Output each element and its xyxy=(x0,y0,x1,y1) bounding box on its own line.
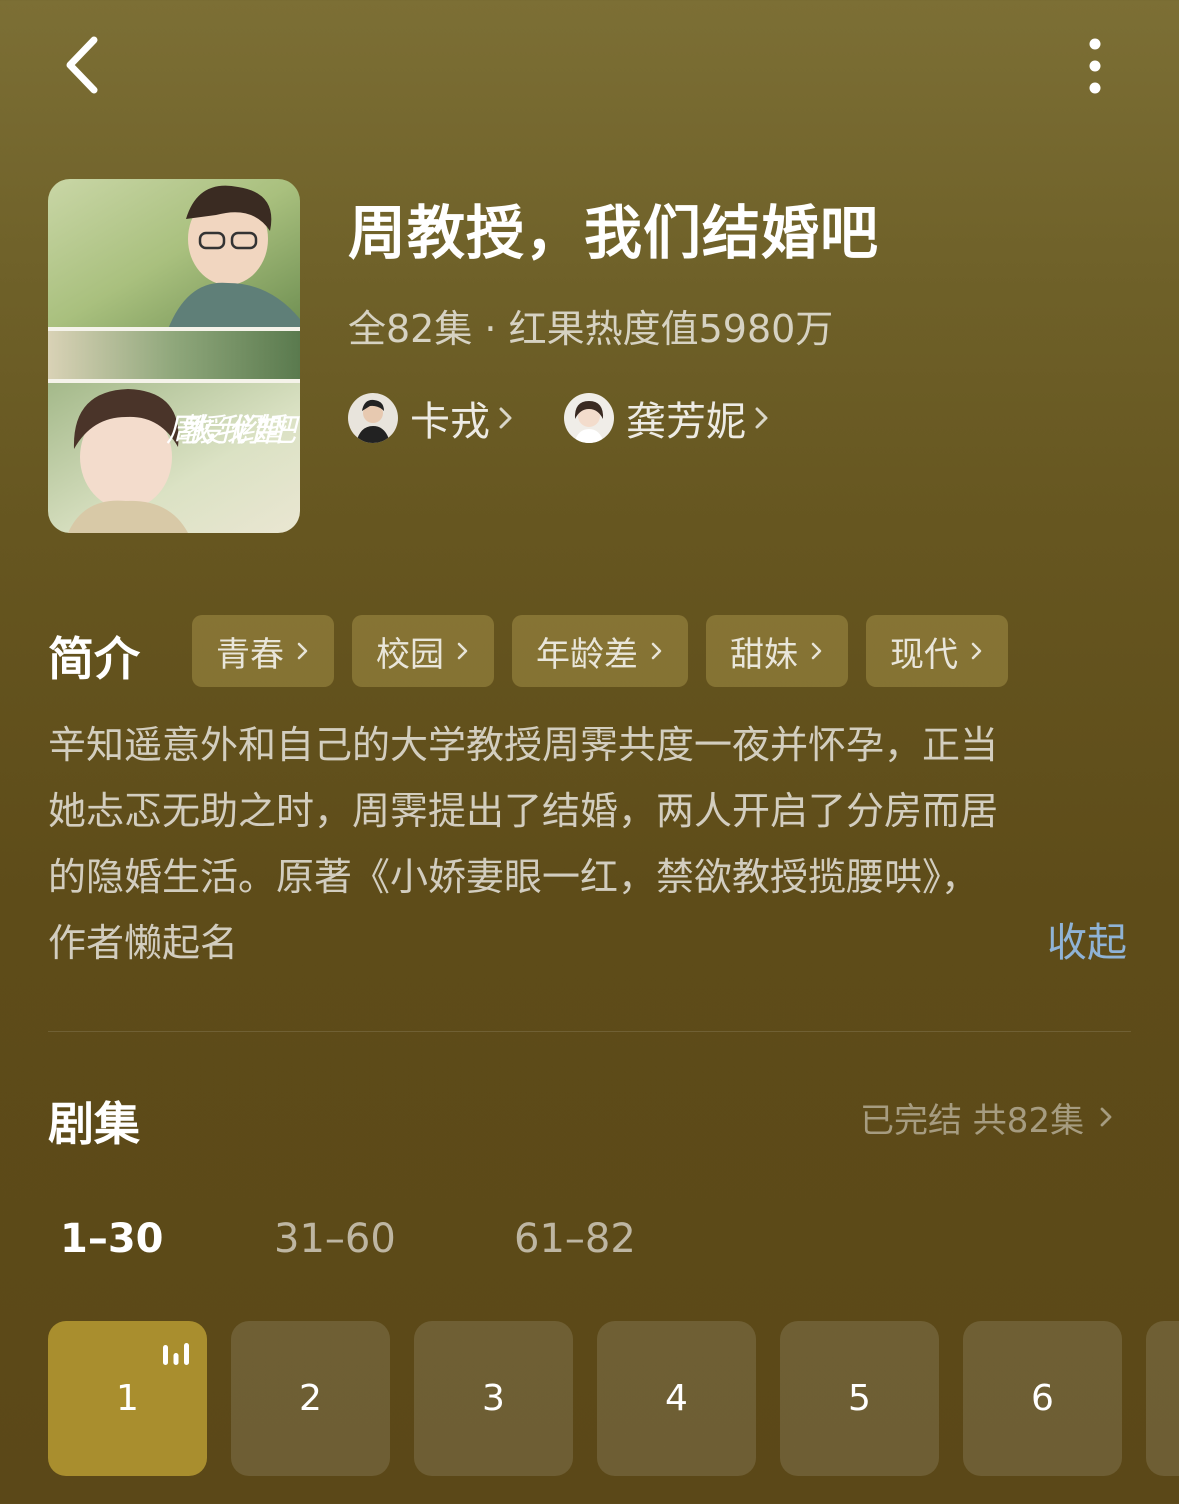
episode-number: 1 xyxy=(116,1378,139,1419)
actor-name: 卡戎 xyxy=(410,399,490,445)
episode-button[interactable]: 4 xyxy=(597,1321,756,1476)
actor-avatar xyxy=(564,393,614,443)
episode-range-tab[interactable]: 31–60 xyxy=(274,1216,396,1262)
episode-button[interactable]: 5 xyxy=(780,1321,939,1476)
tag-label: 年龄差 xyxy=(536,634,638,675)
synopsis-line: 辛知遥意外和自己的大学教授周霁共度一夜并怀孕，正当 xyxy=(48,723,999,767)
drama-poster[interactable]: 周教授，我们结婚吧 xyxy=(48,179,300,533)
intro-heading: 简介 xyxy=(48,632,140,686)
tag-chip[interactable]: 甜妹 xyxy=(706,615,848,687)
chevron-right-icon xyxy=(971,642,982,660)
chevron-right-icon xyxy=(457,642,468,660)
episode-number: 4 xyxy=(665,1378,688,1419)
episode-button[interactable]: 6 xyxy=(963,1321,1122,1476)
tag-chip[interactable]: 年龄差 xyxy=(512,615,688,687)
episode-button[interactable]: 1 xyxy=(48,1321,207,1476)
tag-label: 校园 xyxy=(376,634,444,675)
tag-chip[interactable]: 校园 xyxy=(352,615,494,687)
actor-name: 龚芳妮 xyxy=(626,399,746,445)
poster-logo-text: 周教授，我们结婚吧 xyxy=(166,411,300,449)
episodes-status-text: 已完结 共82集 xyxy=(860,1100,1085,1141)
chevron-right-icon xyxy=(1100,1107,1112,1127)
synopsis-text: 辛知遥意外和自己的大学教授周霁共度一夜并怀孕，正当 她忐忑无助之时，周霁提出了结… xyxy=(48,712,1108,976)
back-button[interactable] xyxy=(50,28,114,102)
now-playing-icon xyxy=(163,1343,189,1365)
episode-number: 5 xyxy=(848,1378,871,1419)
episodes-heading: 剧集 xyxy=(48,1097,140,1151)
chevron-right-icon xyxy=(499,407,512,429)
collapse-button[interactable]: 收起 xyxy=(1047,910,1127,968)
actor-link-2[interactable]: 龚芳妮 xyxy=(564,390,772,446)
episode-range-tab[interactable]: 61–82 xyxy=(514,1216,636,1262)
tag-chip[interactable]: 现代 xyxy=(866,615,1008,687)
chevron-right-icon xyxy=(297,642,308,660)
episode-number: 3 xyxy=(482,1378,505,1419)
episode-number: 2 xyxy=(299,1378,322,1419)
synopsis-line: 她忐忑无助之时，周霁提出了结婚，两人开启了分房而居 xyxy=(48,789,999,833)
actor-link-1[interactable]: 卡戎 xyxy=(348,390,516,446)
drama-title: 周教授，我们结婚吧 xyxy=(348,199,880,267)
section-divider xyxy=(48,1031,1131,1032)
tag-label: 甜妹 xyxy=(730,634,798,675)
chevron-right-icon xyxy=(811,642,822,660)
more-button[interactable] xyxy=(1070,34,1120,98)
tag-label: 青春 xyxy=(216,634,284,675)
drama-meta: 全82集 · 红果热度值5980万 xyxy=(348,307,834,351)
poster-image: 周教授，我们结婚吧 xyxy=(48,179,300,533)
episode-button-partial[interactable] xyxy=(1146,1321,1179,1476)
tag-list: 青春 校园 年龄差 甜妹 现代 xyxy=(192,615,1008,687)
tag-chip[interactable]: 青春 xyxy=(192,615,334,687)
episode-button[interactable]: 3 xyxy=(414,1321,573,1476)
synopsis-line: 作者懒起名 xyxy=(48,921,239,965)
chevron-right-icon xyxy=(651,642,662,660)
synopsis-line: 的隐婚生活。原著《小娇妻眼一红，禁欲教授揽腰哄》， xyxy=(48,855,980,899)
top-bar xyxy=(0,0,1179,130)
episode-button[interactable]: 2 xyxy=(231,1321,390,1476)
episode-range-tab[interactable]: 1–30 xyxy=(60,1216,164,1262)
chevron-right-icon xyxy=(755,407,768,429)
actor-avatar xyxy=(348,393,398,443)
chevron-left-icon xyxy=(66,36,98,94)
episode-number: 6 xyxy=(1031,1378,1054,1419)
episodes-status-link[interactable]: 已完结 共82集 xyxy=(860,1092,1114,1142)
tag-label: 现代 xyxy=(890,634,958,675)
more-vertical-icon xyxy=(1089,38,1101,94)
